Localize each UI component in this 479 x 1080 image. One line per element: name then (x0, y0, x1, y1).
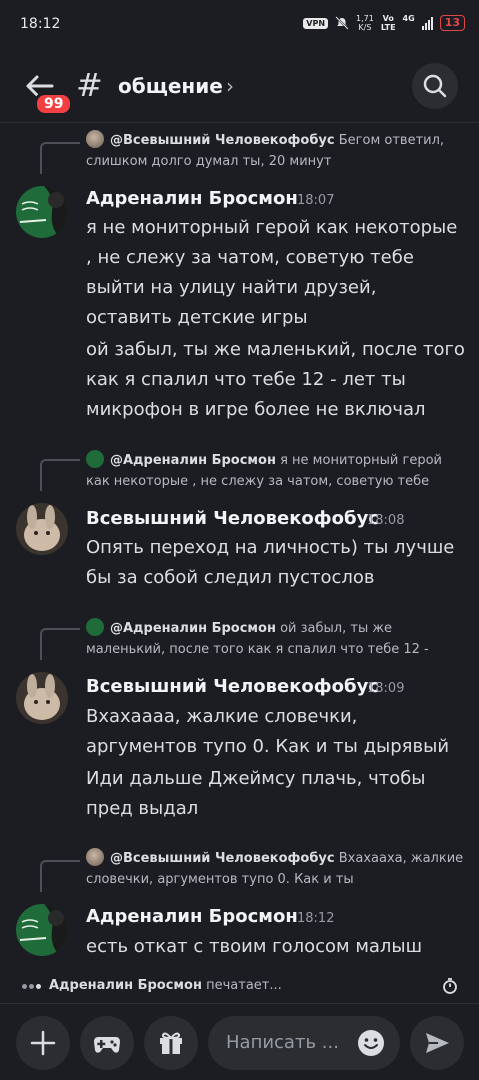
status-icons: VPN 1,71 K/S Vo LTE 4G 13 (303, 14, 465, 32)
typing-indicator: Адреналин Бросмон печатает... (22, 978, 282, 993)
reply-connector (40, 860, 80, 892)
reply-preview[interactable]: @Всевышний Человекофобус Бегом ответил, … (86, 130, 466, 172)
message-text[interactable]: Опять переход на личность) ты лучше бы з… (86, 533, 466, 593)
timer-icon (443, 978, 457, 994)
chevron-right-icon[interactable]: › (226, 74, 234, 98)
search-icon (423, 74, 447, 98)
network-speed: 1,71 K/S (356, 14, 374, 32)
net-gen-label: 4G (402, 14, 415, 23)
message-text[interactable]: ой забыл, ты же маленький, после того ка… (86, 335, 466, 425)
send-icon (426, 1033, 449, 1053)
unread-badge: 99 (34, 92, 74, 116)
reply-connector (40, 628, 80, 660)
message-time: 18:12 (297, 911, 335, 926)
typing-user: Адреналин Бросмон (49, 978, 202, 993)
channel-hash-icon: # (76, 66, 103, 104)
avatar-image (16, 186, 68, 238)
message-author[interactable]: Адреналин Бросмон (86, 188, 298, 209)
gift-button[interactable] (144, 1016, 198, 1070)
reply-avatar (86, 848, 104, 866)
message-time: 18:08 (367, 513, 405, 528)
composer-divider (0, 1003, 479, 1004)
reply-avatar (86, 450, 104, 468)
message-author[interactable]: Всевышний Человекофобус (86, 676, 379, 697)
add-attachment-button[interactable] (16, 1016, 70, 1070)
send-button[interactable] (410, 1016, 464, 1070)
message-input-placeholder: Написать ... (226, 1032, 339, 1053)
message-text[interactable]: я не мониторный герой как некоторые , не… (86, 213, 466, 333)
battery-indicator: 13 (439, 15, 465, 31)
typing-suffix: печатает... (201, 978, 282, 993)
message-input[interactable]: Написать ... (208, 1016, 400, 1070)
volte-label: Vo (382, 14, 394, 23)
header-divider (0, 122, 479, 123)
activities-button[interactable] (80, 1016, 134, 1070)
net-gen-indicator: 4G (403, 14, 415, 32)
typing-dots-icon (22, 978, 43, 993)
lte-label: LTE (380, 23, 396, 32)
reply-preview[interactable]: @Адреналин Бросмон ой забыл, ты же мален… (86, 618, 466, 660)
avatar-image (16, 672, 68, 724)
avatar[interactable] (16, 672, 68, 724)
avatar[interactable] (16, 186, 68, 238)
channel-title[interactable]: общение (118, 74, 223, 98)
status-time: 18:12 (20, 16, 61, 32)
emoji-icon[interactable] (356, 1028, 386, 1058)
reply-avatar (86, 618, 104, 636)
reply-preview[interactable]: @Адреналин Бросмон я не мониторный герой… (86, 450, 466, 492)
avatar[interactable] (16, 904, 68, 956)
speed-unit: K/S (358, 23, 372, 32)
reply-author: @Всевышний Человекофобус (110, 851, 335, 866)
message-author[interactable]: Адреналин Бросмон (86, 906, 298, 927)
search-button[interactable] (412, 63, 458, 109)
message-text[interactable]: Вхахаааа, жалкие словечки, аргументов ту… (86, 702, 466, 762)
reply-connector (40, 459, 80, 491)
reply-author: @Всевышний Человекофобус (110, 133, 335, 148)
reply-author: @Адреналин Бросмон (110, 453, 276, 468)
reply-preview[interactable]: @Всевышний Человекофобус Вхахааха, жалки… (86, 848, 466, 890)
avatar-image (16, 904, 68, 956)
reply-connector (40, 142, 80, 174)
signal-icon (421, 16, 433, 30)
gift-icon (160, 1032, 182, 1054)
message-time: 18:09 (367, 681, 405, 696)
reply-avatar (86, 130, 104, 148)
gamepad-icon (94, 1037, 120, 1053)
message-text[interactable]: Иди дальше Джеймсу плачь, чтобы пред выд… (86, 764, 466, 824)
reply-author: @Адреналин Бросмон (110, 621, 276, 636)
message-author[interactable]: Всевышний Человекофобус (86, 508, 379, 529)
speed-value: 1,71 (356, 14, 374, 23)
vpn-indicator: VPN (303, 17, 329, 29)
avatar[interactable] (16, 503, 68, 555)
message-text[interactable]: есть откат с твоим голосом малыш (86, 932, 466, 962)
plus-icon (30, 1030, 56, 1056)
message-time: 18:07 (297, 193, 335, 208)
status-bar: 18:12 VPN 1,71 K/S Vo LTE 4G 13 (0, 0, 479, 50)
avatar-image (16, 503, 68, 555)
mute-icon (335, 16, 349, 30)
volte-indicator: Vo LTE (381, 14, 396, 32)
